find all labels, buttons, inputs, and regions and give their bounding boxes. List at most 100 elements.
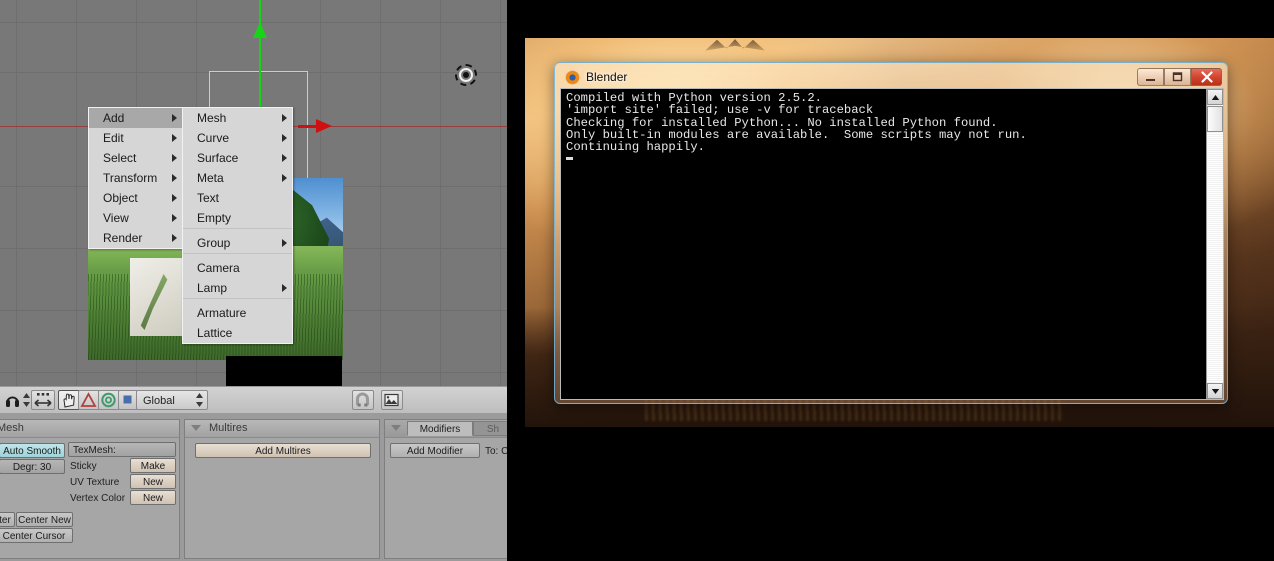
- updown-stepper-icon[interactable]: [22, 390, 31, 410]
- render-image-icon[interactable]: [381, 390, 403, 410]
- x-axis-arrow-icon[interactable]: [316, 119, 332, 133]
- panel-modifiers-header[interactable]: Modifiers Sh: [385, 420, 507, 438]
- chevron-right-icon: [172, 154, 177, 162]
- minimize-icon[interactable]: [1137, 68, 1164, 86]
- submenu-item-camera[interactable]: Camera: [183, 258, 292, 278]
- add-multires-button[interactable]: Add Multires: [195, 443, 371, 458]
- console-output-text: Compiled with Python version 2.5.2. 'imp…: [566, 91, 1027, 155]
- panel-multires-header[interactable]: Multires: [185, 420, 379, 438]
- menu-item-label: Camera: [197, 261, 240, 275]
- panel-modifiers[interactable]: Modifiers Sh Add Modifier To: Cub: [384, 419, 507, 559]
- menu-item-label: Group: [197, 236, 231, 250]
- 3d-viewport[interactable]: Add Edit Select Transform Object View Re…: [0, 0, 507, 386]
- triangle-collapse-icon[interactable]: [391, 425, 401, 431]
- menu-item-render[interactable]: Render: [89, 228, 182, 248]
- menu-item-label: Surface: [197, 151, 239, 165]
- vertex-color-label: Vertex Color: [70, 493, 126, 504]
- panel-multires[interactable]: Multires Add Multires: [184, 419, 380, 559]
- scrollbar-thumb[interactable]: [1207, 106, 1223, 132]
- auto-smooth-degr-field[interactable]: Degr: 30: [0, 459, 65, 474]
- orientation-stepper-icon[interactable]: [193, 391, 206, 409]
- magnet-snap-icon[interactable]: [352, 390, 374, 410]
- menu-item-label: Meta: [197, 171, 224, 185]
- submenu-item-surface[interactable]: Surface: [183, 148, 292, 168]
- maximize-icon[interactable]: [1164, 68, 1191, 86]
- hand-translate-icon[interactable]: [58, 390, 80, 410]
- submenu-item-text[interactable]: Text: [183, 188, 292, 208]
- z-axis-arrow-icon[interactable]: [253, 22, 267, 38]
- submenu-item-armature[interactable]: Armature: [183, 303, 292, 323]
- menu-item-label: Text: [197, 191, 220, 205]
- auto-smooth-toggle[interactable]: Auto Smooth: [0, 443, 65, 458]
- square-widget-icon[interactable]: [118, 390, 138, 410]
- chevron-right-icon: [282, 114, 287, 122]
- submenu-item-empty[interactable]: Empty: [183, 208, 292, 228]
- submenu-item-lamp[interactable]: Lamp: [183, 278, 292, 298]
- tab-modifiers[interactable]: Modifiers: [407, 421, 473, 436]
- menu-item-label: Lamp: [197, 281, 228, 295]
- add-modifier-button[interactable]: Add Modifier: [390, 443, 480, 458]
- vertex-color-new-button[interactable]: New: [130, 490, 176, 505]
- submenu-item-mesh[interactable]: Mesh: [183, 108, 292, 128]
- menu-column-primary[interactable]: Add Edit Select Transform Object View Re…: [88, 107, 183, 249]
- black-overlay-region: [226, 356, 342, 386]
- menu-item-label: Empty: [197, 211, 232, 225]
- menu-item-label: Edit: [103, 131, 124, 145]
- console-title-bar[interactable]: Blender: [560, 68, 1222, 88]
- grid-line: [76, 0, 77, 386]
- menu-item-add[interactable]: Add: [89, 108, 182, 128]
- console-cursor: [566, 157, 573, 160]
- chevron-right-icon: [172, 174, 177, 182]
- transform-orientation-value: Global: [143, 395, 175, 407]
- submenu-item-curve[interactable]: Curve: [183, 128, 292, 148]
- scale-circle-icon[interactable]: [98, 390, 120, 410]
- menu-item-edit[interactable]: Edit: [89, 128, 182, 148]
- move-arrows-icon[interactable]: [31, 390, 55, 410]
- rotate-triangle-icon[interactable]: [78, 390, 100, 410]
- menu-item-transform[interactable]: Transform: [89, 168, 182, 188]
- uv-texture-label: UV Texture: [70, 477, 120, 488]
- triangle-collapse-icon[interactable]: [191, 425, 201, 431]
- menu-item-select[interactable]: Select: [89, 148, 182, 168]
- menu-column-add-submenu[interactable]: Mesh Curve Surface Meta Text Empty Group…: [182, 107, 293, 344]
- chevron-right-icon: [172, 114, 177, 122]
- 3d-cursor-icon[interactable]: [453, 62, 479, 88]
- cursor-center-dot: [463, 72, 469, 78]
- scroll-down-arrow-icon[interactable]: [1207, 383, 1223, 399]
- menu-item-label: Add: [103, 111, 125, 125]
- chevron-right-icon: [282, 284, 287, 292]
- close-icon[interactable]: [1191, 68, 1222, 86]
- center-button-partial[interactable]: ter: [0, 512, 15, 527]
- object-mode-icon[interactable]: [2, 390, 22, 410]
- submenu-item-group[interactable]: Group: [183, 233, 292, 253]
- submenu-item-meta[interactable]: Meta: [183, 168, 292, 188]
- viewport-header-toolbar[interactable]: Global: [0, 386, 507, 415]
- uv-texture-new-button[interactable]: New: [130, 474, 176, 489]
- menu-item-label: Curve: [197, 131, 230, 145]
- tab-shapes[interactable]: Sh: [473, 421, 507, 436]
- menu-item-label: Transform: [103, 171, 158, 185]
- chevron-right-icon: [172, 214, 177, 222]
- texmesh-field[interactable]: TexMesh:: [68, 442, 176, 457]
- panel-mesh-right-column: TexMesh: Sticky Make UV Texture New Vert…: [62, 419, 180, 559]
- grid-line: [440, 0, 441, 386]
- console-vertical-scrollbar[interactable]: [1206, 89, 1223, 399]
- grid-line: [16, 0, 17, 386]
- submenu-item-lattice[interactable]: Lattice: [183, 323, 292, 343]
- menu-item-view[interactable]: View: [89, 208, 182, 228]
- blender-console-window[interactable]: Blender Compiled with Python version 2.5…: [554, 62, 1228, 404]
- menu-item-label: Lattice: [197, 326, 233, 340]
- console-output-area[interactable]: Compiled with Python version 2.5.2. 'imp…: [560, 88, 1224, 400]
- chevron-right-icon: [282, 239, 287, 247]
- menu-item-object[interactable]: Object: [89, 188, 182, 208]
- menu-item-label: Select: [103, 151, 137, 165]
- scroll-up-arrow-icon[interactable]: [1207, 89, 1223, 105]
- modifier-target-label: To: Cub: [485, 446, 507, 457]
- menu-item-label: Object: [103, 191, 138, 205]
- chevron-right-icon: [172, 194, 177, 202]
- sticky-make-button[interactable]: Make: [130, 458, 176, 473]
- scrollbar-track[interactable]: [1207, 133, 1223, 382]
- menu-item-label: Armature: [197, 306, 247, 320]
- properties-buttons-window: Mesh Auto Smooth Degr: 30 ter Center New…: [0, 413, 507, 561]
- chevron-right-icon: [282, 174, 287, 182]
